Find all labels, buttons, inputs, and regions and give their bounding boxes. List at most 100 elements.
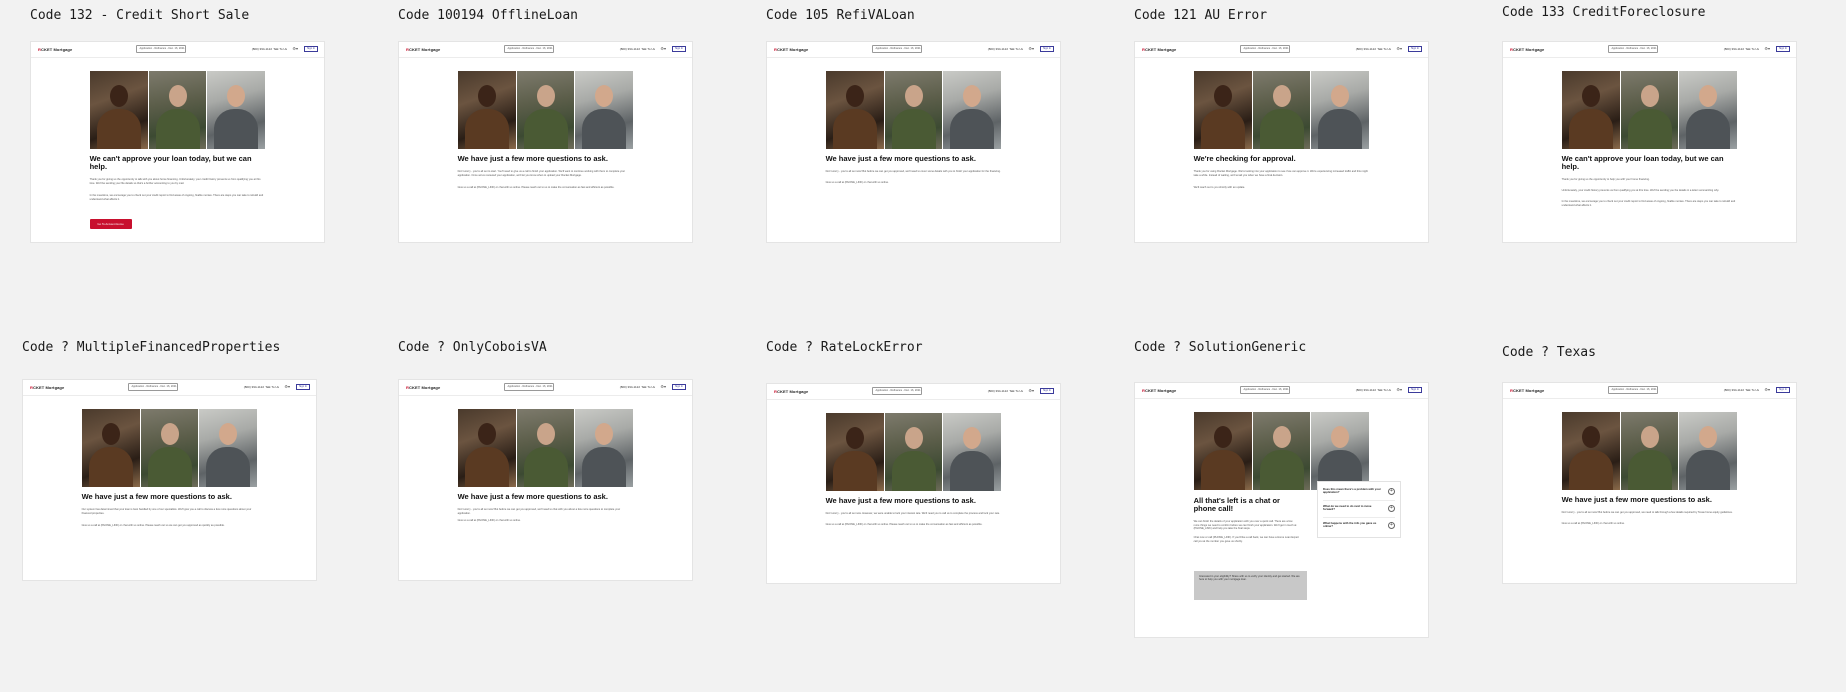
phone-link[interactable]: (800) 394-1122 [1356,388,1376,392]
phone-link[interactable]: (800) 394-1122 [1724,388,1744,392]
settings-icon[interactable]: ⚙▾ [660,384,666,389]
brand-logo[interactable]: RCKET Mortgage [406,385,440,390]
brand-logo[interactable]: RCKET Mortgage [774,389,808,394]
talk-to-us-link[interactable]: Talk To Us [1377,388,1391,392]
page-heading: We're checking for approval. [1193,154,1296,163]
body-paragraph: Our system has determined that your loan… [81,508,252,515]
person-body [464,109,509,149]
hero-photo [1561,412,1738,490]
phone-link[interactable]: (800) 394-1122 [988,47,1008,51]
expand-plus-icon[interactable]: + [1388,488,1395,495]
artboard-title: Code 105 RefiVALoan [766,8,915,23]
artboard-title: Code ? MultipleFinancedProperties [22,340,281,355]
sign-in-button[interactable]: Sign In [1040,46,1054,52]
phone-link[interactable]: (800) 394-1122 [988,389,1008,393]
artboard-title: Code 121 AU Error [1134,8,1268,23]
settings-icon[interactable]: ⚙▾ [660,46,666,51]
photo-person [1193,412,1252,490]
brand-logo[interactable]: RCKET Mortgage [406,47,440,52]
body-paragraph: Give us a call at (PHONE_LINK) or chat w… [825,181,889,184]
talk-to-us-link[interactable]: Talk To Us [1745,47,1759,51]
settings-icon[interactable]: ⚙▾ [1396,387,1402,392]
application-select[interactable]: Application - Refinance - Dec. 16, 2021 … [1608,45,1659,53]
photo-person [1561,71,1620,149]
talk-to-us-link[interactable]: Talk To Us [641,385,655,389]
hero-photo [457,409,634,487]
hero-photo [81,409,258,487]
logo-text: CKET Mortgage [1513,388,1545,393]
body-paragraph: In the meantime, we encourage you to che… [1561,200,1736,207]
settings-icon[interactable]: ⚙▾ [1764,46,1770,51]
settings-icon[interactable]: ⚙▾ [1028,388,1034,393]
application-select[interactable]: Application - Refinance - Dec. 16, 2021 … [136,45,187,53]
person-head [1213,426,1232,448]
logo-text: CKET Mortgage [1145,388,1177,393]
settings-icon[interactable]: ⚙▾ [284,384,290,389]
faq-item[interactable]: Does this mean there's a problem with yo… [1323,484,1395,501]
photo-person [1252,71,1311,149]
phone-link[interactable]: (800) 394-1122 [252,47,272,51]
site-header: RCKET Mortgage Application - Refinance - … [1503,383,1796,399]
phone-link[interactable]: (800) 394-1122 [1356,47,1376,51]
application-select[interactable]: Application - Refinance - Dec. 16, 2021 … [1240,386,1291,394]
brand-logo[interactable]: RCKET Mortgage [1510,47,1544,52]
talk-to-us-link[interactable]: Talk To Us [273,47,287,51]
talk-to-us-link[interactable]: Talk To Us [265,385,279,389]
photo-person [457,71,516,149]
page-heading: We can't approve your loan today, but we… [89,154,252,171]
sign-in-button[interactable]: Sign In [672,384,686,390]
settings-icon[interactable]: ⚙▾ [1028,46,1034,51]
brand-logo[interactable]: RCKET Mortgage [1142,388,1176,393]
phone-link[interactable]: (800) 394-1122 [244,385,264,389]
application-select[interactable]: Application - Refinance - Dec. 16, 2021 … [872,387,923,395]
photo-person [1252,412,1311,490]
application-select[interactable]: Application - Refinance - Dec. 16, 2021 … [1240,45,1291,53]
faq-item[interactable]: What happens with the info you gave us o… [1323,518,1395,535]
sign-in-button[interactable]: Sign In [304,46,318,52]
settings-icon[interactable]: ⚙▾ [292,46,298,51]
talk-to-us-link[interactable]: Talk To Us [1377,47,1391,51]
sign-in-button[interactable]: Sign In [296,384,310,390]
brand-logo[interactable]: RCKET Mortgage [1510,388,1544,393]
talk-to-us-link[interactable]: Talk To Us [1745,388,1759,392]
sign-in-button[interactable]: Sign In [1408,46,1422,52]
sign-in-button[interactable]: Sign In [672,46,686,52]
person-body [1259,109,1304,149]
sign-in-button[interactable]: Sign In [1776,46,1790,52]
phone-link[interactable]: (800) 394-1122 [620,47,640,51]
application-select[interactable]: Application - Refinance - Dec. 16, 2021 … [504,383,555,391]
settings-icon[interactable]: ⚙▾ [1396,46,1402,51]
page-heading: We have just a few more questions to ask… [81,492,232,501]
brand-logo[interactable]: RCKET Mortgage [1142,47,1176,52]
expand-plus-icon[interactable]: + [1388,505,1395,512]
person-head [168,85,187,107]
account-home-button[interactable]: Go To Account Home [89,219,132,229]
page-preview: RCKET Mortgage Application - Refinance - … [1502,382,1797,584]
brand-logo[interactable]: RCKET Mortgage [30,385,64,390]
brand-logo[interactable]: RCKET Mortgage [774,47,808,52]
site-header: RCKET Mortgage Application - Refinance - … [1503,42,1796,58]
person-head [227,85,246,107]
talk-to-us-link[interactable]: Talk To Us [1009,389,1023,393]
artboard-title: Code ? SolutionGeneric [1134,340,1307,355]
expand-plus-icon[interactable]: + [1388,522,1395,529]
application-select[interactable]: Application - Refinance - Dec. 16, 2021 … [504,45,555,53]
person-body [1686,109,1731,149]
page-preview: RCKET Mortgage Application - Refinance - … [1134,41,1429,243]
brand-logo[interactable]: RCKET Mortgage [38,47,72,52]
sign-in-button[interactable]: Sign In [1776,387,1790,393]
application-select[interactable]: Application - Refinance - Dec. 16, 2021 … [872,45,923,53]
sign-in-button[interactable]: Sign In [1408,387,1422,393]
talk-to-us-link[interactable]: Talk To Us [1009,47,1023,51]
artboard-title: Code 100194 OfflineLoan [398,8,579,23]
talk-to-us-link[interactable]: Talk To Us [641,47,655,51]
photo-person [1679,71,1738,149]
phone-link[interactable]: (800) 394-1122 [1724,47,1744,51]
person-body [214,109,259,149]
phone-link[interactable]: (800) 394-1122 [620,385,640,389]
application-select[interactable]: Application - Refinance - Dec. 16, 2021 … [1608,386,1659,394]
application-select[interactable]: Application - Refinance - Dec. 16, 2021 … [128,383,179,391]
sign-in-button[interactable]: Sign In [1040,388,1054,394]
faq-item[interactable]: What do we need to do next to move forwa… [1323,501,1395,518]
settings-icon[interactable]: ⚙▾ [1764,387,1770,392]
